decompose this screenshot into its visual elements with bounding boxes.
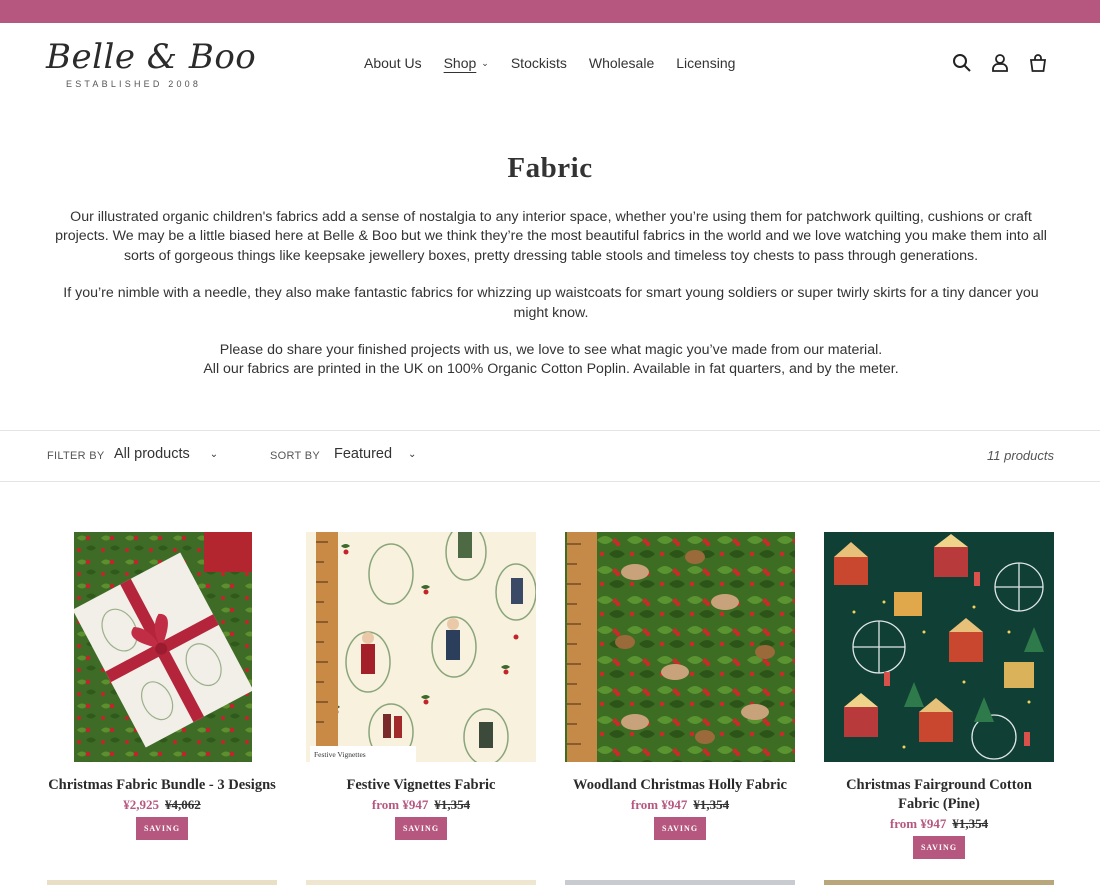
next-row-image	[47, 880, 277, 885]
product-price: from ¥947 ¥1,354	[560, 795, 800, 814]
intro-paragraph: Please do share your finished projects w…	[219, 342, 883, 359]
image-caption: Festive Vignettes	[314, 750, 366, 759]
sale-price: from ¥947	[371, 797, 429, 812]
product-price: ¥2,925 ¥4,062	[42, 795, 282, 814]
sale-price: from ¥947	[630, 797, 688, 812]
chevron-down-icon: ⌄	[209, 448, 219, 460]
product-name: Christmas Fabric Bundle - 3 Designs	[48, 777, 276, 793]
cart-icon[interactable]	[1028, 53, 1048, 73]
site-header: Belle & Boo ESTABLISHED 2008 About Us Sh…	[0, 23, 1100, 108]
account-icon[interactable]	[990, 53, 1010, 73]
brand-name: Belle & Boo	[46, 37, 257, 77]
product-image-bundle[interactable]	[74, 532, 252, 762]
filter-label: FILTER BY	[47, 450, 105, 462]
saving-badge: SAVING	[912, 836, 966, 859]
filter-select[interactable]: All products ⌄	[114, 446, 218, 462]
product-name: Christmas Fairground Cotton Fabric (Pine…	[846, 777, 1032, 812]
intro-paragraph: Our illustrated organic children's fabri…	[55, 209, 1047, 264]
product-price: from ¥947 ¥1,354	[301, 795, 541, 814]
brand-logo[interactable]: Belle & Boo ESTABLISHED 2008	[46, 37, 257, 97]
saving-badge: SAVING	[135, 817, 189, 840]
collection-description: Our illustrated organic children's fabri…	[50, 208, 1052, 380]
nav-wholesale[interactable]: Wholesale	[589, 55, 654, 71]
saving-badge: SAVING	[653, 817, 707, 840]
next-row-image	[565, 880, 795, 885]
brand-tagline: ESTABLISHED 2008	[66, 79, 202, 89]
nav-label: Wholesale	[588, 55, 655, 71]
nav-stockists[interactable]: Stockists	[511, 55, 567, 71]
saving-badge: SAVING	[394, 817, 448, 840]
header-icons	[952, 53, 1048, 73]
product-title[interactable]: Festive Vignettes Fabric from ¥947 ¥1,354…	[301, 776, 541, 840]
next-row-image	[824, 880, 1054, 885]
product-image-festive-vignettes[interactable]: Festive Vignettes	[306, 532, 536, 762]
intro-paragraph: If you’re nimble with a needle, they als…	[63, 285, 1039, 321]
nav-label: Licensing	[676, 55, 736, 71]
nav-about-us[interactable]: About Us	[364, 55, 422, 71]
product-title[interactable]: Christmas Fairground Cotton Fabric (Pine…	[819, 776, 1059, 859]
filter-value: All products	[114, 446, 190, 462]
compare-price: ¥1,354	[693, 797, 730, 812]
compare-price: ¥4,062	[165, 797, 201, 812]
sort-select[interactable]: Featured ⌄	[334, 446, 416, 462]
product-image-woodland-holly[interactable]	[565, 532, 795, 762]
product-name: Festive Vignettes Fabric	[346, 777, 496, 793]
chevron-down-icon: ⌄	[408, 448, 417, 460]
chevron-down-icon: ⌄	[481, 57, 489, 68]
filter-sort-bar: FILTER BY All products ⌄ SORT BY Feature…	[0, 430, 1100, 482]
sale-price: ¥2,925	[123, 797, 159, 812]
intro-paragraph: All our fabrics are printed in the UK on…	[203, 361, 899, 378]
nav-label: About Us	[364, 55, 422, 71]
sort-value: Featured	[334, 446, 393, 462]
sort-label: SORT BY	[270, 450, 320, 462]
next-row-image	[306, 880, 536, 885]
compare-price: ¥1,354	[434, 797, 471, 812]
announcement-bar	[0, 0, 1100, 23]
sale-price: from ¥947	[889, 816, 947, 831]
nav-licensing[interactable]: Licensing	[676, 55, 735, 71]
compare-price: ¥1,354	[952, 816, 989, 831]
main-nav: About Us Shop ⌄ Stockists Wholesale Licen…	[364, 55, 757, 71]
product-price: from ¥947 ¥1,354	[819, 814, 1059, 833]
product-name: Woodland Christmas Holly Fabric	[573, 777, 787, 793]
product-image-fairground-pine[interactable]	[824, 532, 1054, 762]
page-title: Fabric	[507, 152, 593, 184]
search-icon[interactable]	[952, 53, 972, 73]
nav-label: Stockists	[510, 55, 567, 71]
nav-label: Shop	[443, 55, 477, 71]
product-count: 11 products	[987, 448, 1054, 463]
nav-shop[interactable]: Shop ⌄	[444, 55, 489, 71]
product-title[interactable]: Woodland Christmas Holly Fabric from ¥94…	[560, 776, 800, 840]
product-title[interactable]: Christmas Fabric Bundle - 3 Designs ¥2,9…	[42, 776, 282, 840]
